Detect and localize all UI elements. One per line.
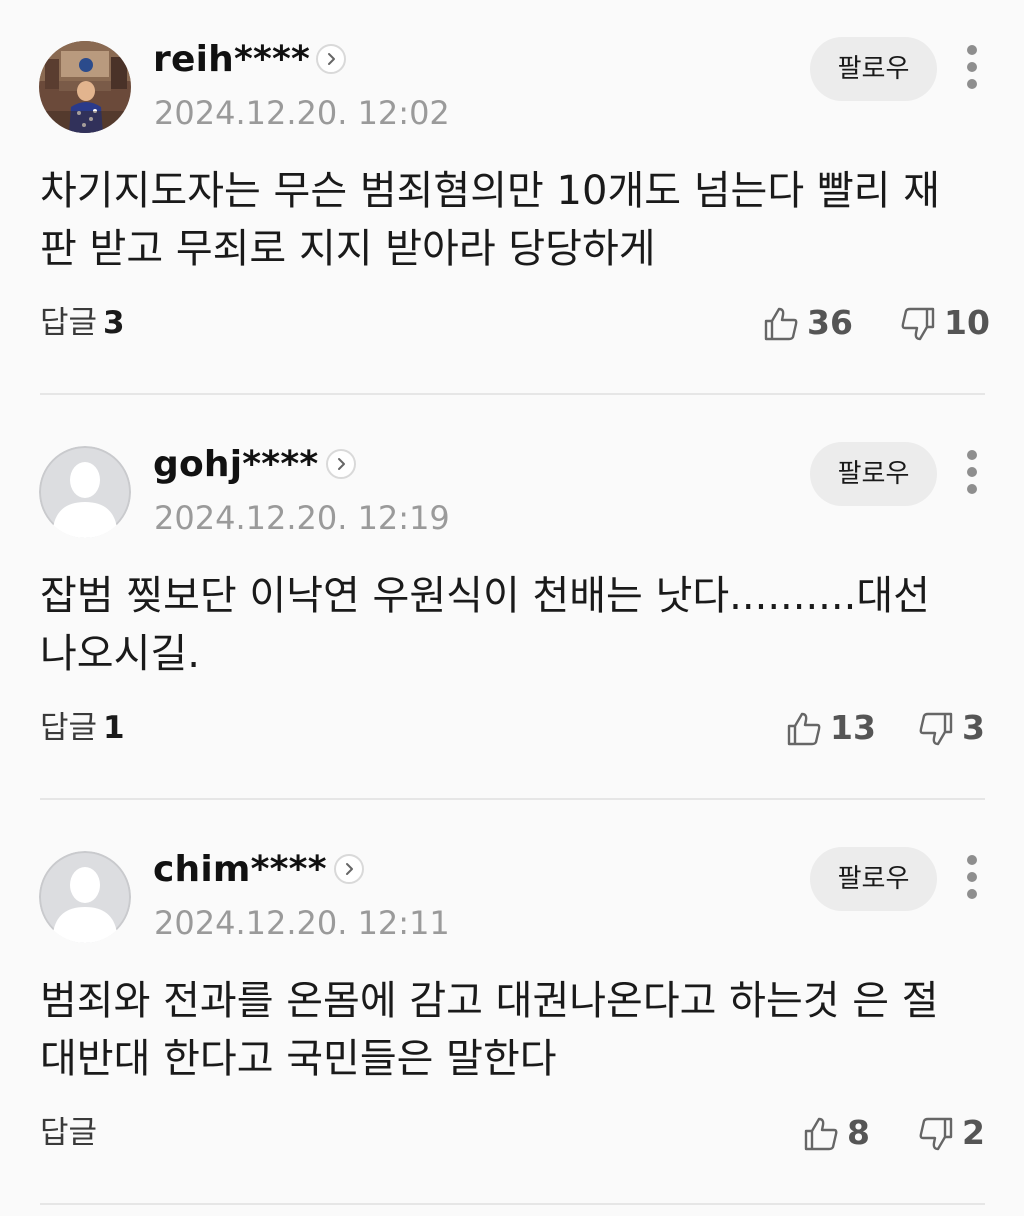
reply-count: 1: [103, 710, 125, 746]
thumbs-up-icon: [764, 307, 798, 341]
more-options-icon[interactable]: [958, 43, 986, 91]
username[interactable]: reih****: [153, 40, 310, 80]
thumbs-up-icon: [804, 1117, 838, 1151]
divider: [40, 1203, 985, 1205]
comment-text: 잡범 찢보단 이낙연 우원식이 천배는 낫다..........대선 나오시길.: [40, 573, 930, 677]
default-avatar-icon: [39, 446, 131, 538]
comment-text: 차기지도자는 무슨 범죄혐의만 10개도 넘는다 빨리 재판 받고 무죄로 지지…: [40, 168, 940, 272]
avatar[interactable]: [39, 41, 131, 133]
dislike-count: 2: [962, 1113, 985, 1152]
thumbs-up-icon: [787, 712, 821, 746]
thumbs-down-icon: [919, 1117, 953, 1151]
profile-link-icon[interactable]: [334, 854, 364, 884]
like-count: 36: [807, 303, 853, 342]
dislike-count: 3: [962, 708, 985, 747]
default-avatar-icon: [39, 851, 131, 943]
like-count: 13: [830, 708, 876, 747]
avatar[interactable]: [39, 851, 131, 943]
user-photo: [39, 41, 131, 133]
username[interactable]: gohj****: [153, 445, 318, 485]
username[interactable]: chim****: [153, 850, 327, 890]
profile-link-icon[interactable]: [326, 449, 356, 479]
divider: [40, 798, 985, 800]
avatar[interactable]: [39, 446, 131, 538]
more-options-icon[interactable]: [958, 853, 986, 901]
comment-date: 2024.12.20. 12:11: [154, 904, 450, 942]
like-count: 8: [847, 1113, 870, 1152]
more-options-icon[interactable]: [958, 448, 986, 496]
follow-button[interactable]: 팔로우: [810, 442, 937, 506]
comment-item: gohj**** 2024.12.20. 12:19 팔로우 잡범 찢보단 이낙…: [0, 405, 1024, 810]
comment-date: 2024.12.20. 12:19: [154, 499, 450, 537]
comment-item: chim**** 2024.12.20. 12:11 팔로우 범죄와 전과를 온…: [0, 810, 1024, 1215]
follow-button[interactable]: 팔로우: [810, 37, 937, 101]
reply-count: 3: [103, 305, 125, 341]
reply-label: 답글: [40, 710, 98, 746]
reply-button[interactable]: 답글 1: [40, 708, 125, 748]
reply-label: 답글: [40, 1115, 98, 1151]
reply-label: 답글: [40, 305, 98, 341]
follow-button[interactable]: 팔로우: [810, 847, 937, 911]
reply-button[interactable]: 답글: [40, 1113, 103, 1153]
thumbs-down-icon: [919, 712, 953, 746]
comment-item: reih**** 2024.12.20. 12:02 팔로우 차기지도자는 무슨…: [0, 0, 1024, 405]
dislike-count: 10: [944, 303, 990, 342]
comment-date: 2024.12.20. 12:02: [154, 94, 450, 132]
reply-button[interactable]: 답글 3: [40, 303, 125, 343]
profile-link-icon[interactable]: [316, 44, 346, 74]
thumbs-down-icon: [901, 307, 935, 341]
comment-text: 범죄와 전과를 온몸에 감고 대권나온다고 하는것 은 절대반대 한다고 국민들…: [40, 978, 939, 1082]
divider: [40, 393, 985, 395]
